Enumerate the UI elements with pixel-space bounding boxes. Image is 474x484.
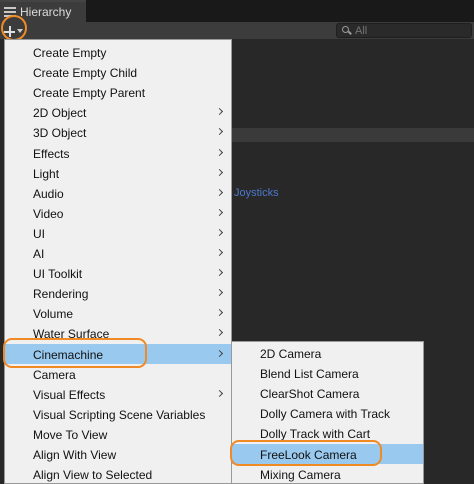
chevron-right-icon [215, 349, 224, 357]
plus-icon [4, 25, 15, 37]
menu-item-label: 2D Object [33, 106, 87, 121]
add-object-button[interactable] [2, 24, 26, 38]
menu-item-label: Volume [33, 307, 74, 322]
menu-item-align-view-to-selected[interactable]: Align View to Selected [5, 464, 231, 484]
chevron-right-icon [215, 108, 224, 116]
chevron-right-icon [215, 228, 224, 236]
menu-item-label: Blend List Camera [260, 367, 359, 382]
hierarchy-item-label: Joysticks [234, 187, 279, 199]
search-icon [342, 26, 351, 35]
menu-item-align-with-view[interactable]: Align With View [5, 444, 231, 464]
menu-item-label: Dolly Track with Cart [260, 427, 371, 442]
hamburger-icon [4, 7, 16, 17]
chevron-right-icon [215, 269, 224, 277]
menu-item-label: Create Empty Child [33, 66, 138, 81]
menu-item-camera[interactable]: Camera [5, 364, 231, 384]
menu-item-label: Dolly Camera with Track [260, 407, 391, 422]
menu-item-cinemachine[interactable]: Cinemachine [5, 343, 231, 364]
menu-item-2d-camera[interactable]: 2D Camera [232, 343, 423, 363]
menu-item-label: ClearShot Camera [260, 387, 360, 402]
menu-item-label: Move To View [33, 427, 108, 442]
menu-item-label: Rendering [33, 287, 89, 302]
menu-item-blend-list-camera[interactable]: Blend List Camera [232, 363, 423, 383]
menu-item-clearshot-camera[interactable]: ClearShot Camera [232, 383, 423, 403]
menu-item-label: Mixing Camera [260, 467, 341, 482]
menu-item-visual-scripting-scene-variables[interactable]: Visual Scripting Scene Variables [5, 404, 231, 424]
menu-item-label: Create Empty Parent [33, 86, 146, 101]
menu-item-label: Visual Effects [33, 387, 106, 402]
chevron-right-icon [215, 309, 224, 317]
chevron-down-icon [17, 29, 23, 33]
chevron-right-icon [215, 329, 224, 337]
tab-title: Hierarchy [20, 5, 72, 19]
menu-item-create-empty-child[interactable]: Create Empty Child [5, 62, 231, 82]
menu-item-volume[interactable]: Volume [5, 303, 231, 323]
chevron-right-icon [215, 128, 224, 136]
menu-item-dolly-camera-with-track[interactable]: Dolly Camera with Track [232, 403, 423, 423]
menu-item-label: Light [33, 166, 60, 181]
menu-item-label: Align View to Selected [33, 468, 153, 483]
menu-item-water-surface[interactable]: Water Surface [5, 323, 231, 343]
menu-item-label: Video [33, 206, 64, 221]
chevron-right-icon [215, 168, 224, 176]
tab-hierarchy[interactable]: Hierarchy [0, 0, 86, 22]
menu-item-freelook-camera[interactable]: FreeLook Camera [232, 443, 423, 464]
menu-item-label: AI [33, 247, 45, 261]
hierarchy-toolbar [0, 22, 474, 39]
menu-item-rendering[interactable]: Rendering [5, 283, 231, 303]
menu-item-label: Align With View [33, 448, 117, 462]
chevron-right-icon [215, 289, 224, 297]
window-titlebar: Hierarchy [0, 0, 474, 22]
chevron-right-icon [215, 248, 224, 257]
menu-item-label: Camera [33, 367, 76, 382]
chevron-right-icon [215, 208, 224, 216]
menu-item-3d-object[interactable]: 3D Object [5, 122, 231, 142]
menu-item-mixing-camera[interactable]: Mixing Camera [232, 464, 423, 484]
menu-item-ai[interactable]: AI [5, 243, 231, 263]
menu-item-create-empty-parent[interactable]: Create Empty Parent [5, 82, 231, 102]
menu-item-ui-toolkit[interactable]: UI Toolkit [5, 263, 231, 283]
search-field[interactable] [336, 23, 472, 38]
menu-item-create-empty[interactable]: Create Empty [5, 42, 231, 62]
menu-item-audio[interactable]: Audio [5, 183, 231, 203]
menu-item-label: UI Toolkit [33, 267, 83, 282]
chevron-right-icon [215, 148, 224, 156]
menu-item-2d-object[interactable]: 2D Object [5, 102, 231, 122]
menu-item-label: UI [33, 226, 45, 241]
menu-item-label: Cinemachine [33, 347, 104, 362]
menu-item-label: Create Empty [33, 46, 107, 60]
menu-item-label: Audio [33, 186, 64, 201]
hierarchy-scene-row [232, 128, 474, 142]
menu-item-move-to-view[interactable]: Move To View [5, 424, 231, 444]
menu-item-visual-effects[interactable]: Visual Effects [5, 384, 231, 404]
chevron-right-icon [215, 389, 224, 397]
menu-item-video[interactable]: Video [5, 203, 231, 223]
menu-item-ui[interactable]: UI [5, 223, 231, 243]
menu-item-label: Visual Scripting Scene Variables [33, 407, 206, 422]
menu-item-label: FreeLook Camera [260, 447, 357, 462]
menu-item-dolly-track-with-cart[interactable]: Dolly Track with Cart [232, 423, 423, 443]
menu-item-label: 3D Object [33, 126, 87, 141]
create-context-menu: Create Empty Create Empty Child Create Emp… [4, 39, 232, 484]
menu-item-label: Water Surface [33, 327, 110, 342]
chevron-right-icon [215, 188, 224, 196]
menu-item-label: Effects [33, 146, 70, 161]
menu-item-label: 2D Camera [260, 347, 322, 361]
cinemachine-submenu: 2D Camera Blend List Camera ClearShot Came… [231, 341, 424, 484]
menu-item-effects[interactable]: Effects [5, 143, 231, 163]
menu-item-light[interactable]: Light [5, 163, 231, 183]
search-input[interactable] [355, 24, 465, 37]
